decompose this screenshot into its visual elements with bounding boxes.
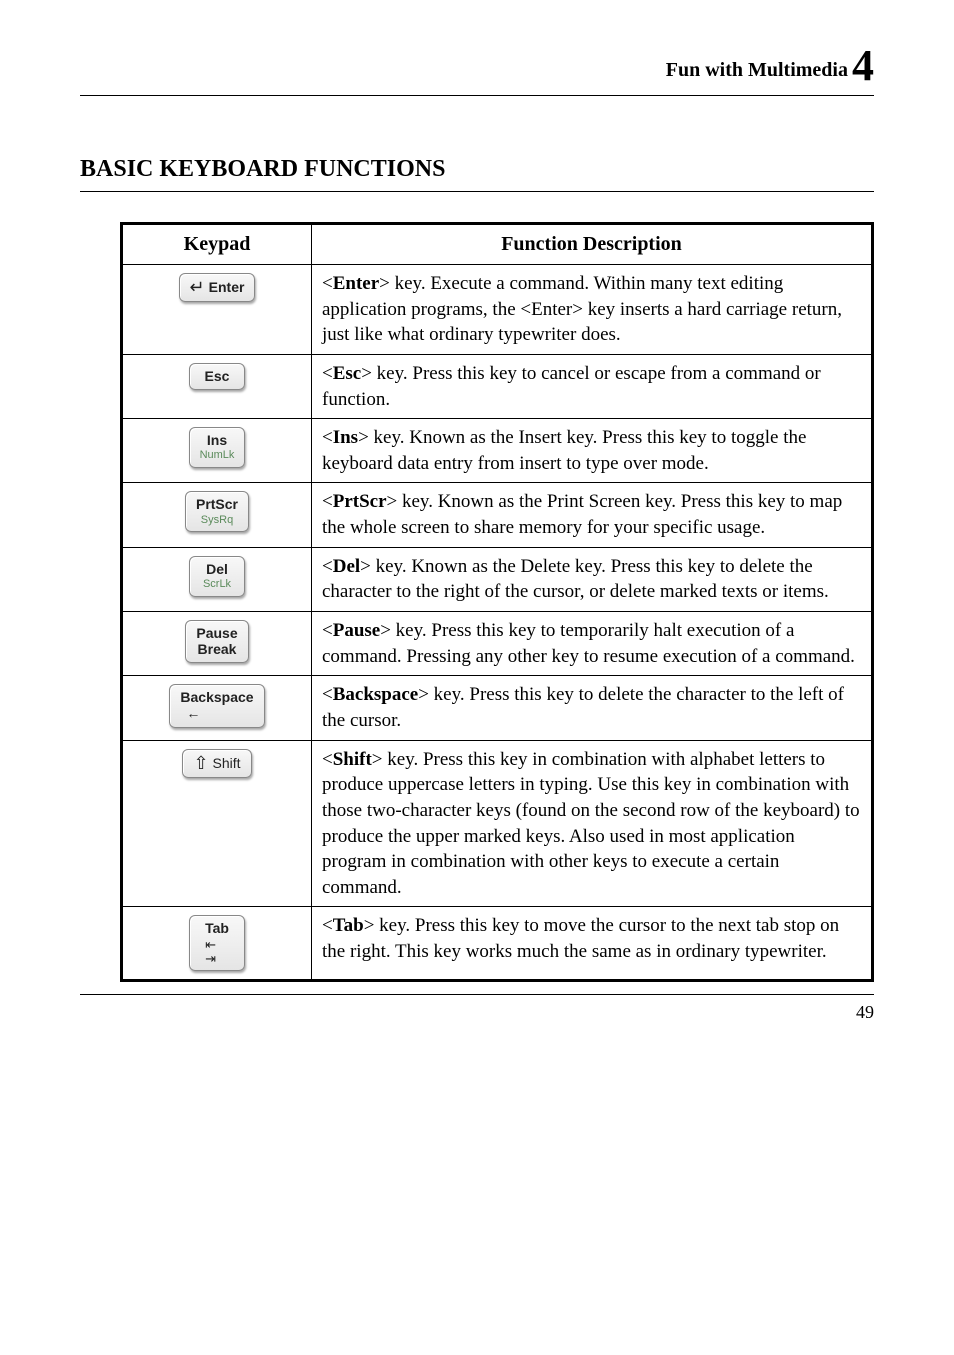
table-row: Del ScrLk <Del> key. Known as the Delete… (122, 547, 873, 611)
backspace-arrow-icon: ← (180, 705, 253, 721)
key-description: > key. Press this key to cancel or escap… (322, 363, 821, 410)
keycap-label: PrtScr (196, 496, 238, 512)
tab-left-arrow-icon: ⇤ (205, 938, 216, 951)
key-name: Tab (333, 915, 364, 936)
keycap-label: Tab (205, 920, 229, 936)
description-cell: <Del> key. Known as the Delete key. Pres… (312, 547, 873, 611)
table-row: Ins NumLk <Ins> key. Known as the Insert… (122, 419, 873, 483)
keycap-label: Enter (209, 279, 245, 295)
title-part: F (304, 156, 319, 182)
keycap-label: Esc (200, 368, 234, 384)
keycap-label: Del (200, 561, 234, 577)
keycap-label: Backspace (180, 689, 253, 705)
keypad-cell: ↵ Enter (122, 265, 312, 355)
keycap-del: Del ScrLk (189, 556, 245, 597)
enter-glyph-icon: ↵ (190, 278, 205, 296)
keycap-label: Shift (213, 755, 241, 771)
keycap-enter: ↵ Enter (179, 273, 256, 302)
key-name: Esc (333, 363, 362, 384)
table-row: PrtScr SysRq <PrtScr> key. Known as the … (122, 483, 873, 547)
key-name: Pause (333, 620, 381, 641)
keycap-prtscr: PrtScr SysRq (185, 491, 249, 532)
key-description: > key. Press this key to move the cursor… (322, 915, 839, 962)
table-row: Tab ⇤ ⇥ <Tab> key. Press this key to mov… (122, 907, 873, 980)
keycap-label: Ins (200, 432, 235, 448)
title-part: K (159, 156, 178, 182)
shift-glyph-icon: ⇧ (193, 754, 208, 772)
keycap-pause: Pause Break (185, 620, 248, 663)
description-cell: <Esc> key. Press this key to cancel or e… (312, 354, 873, 418)
page-number: 49 (80, 994, 874, 1023)
keycap-label: Pause (196, 625, 237, 641)
keypad-cell: Ins NumLk (122, 419, 312, 483)
keycap-secondary-label: SysRq (196, 514, 238, 527)
keypad-cell: Backspace ← (122, 676, 312, 740)
key-description: > key. Known as the Insert key. Press th… (322, 427, 806, 474)
description-cell: <Ins> key. Known as the Insert key. Pres… (312, 419, 873, 483)
page-header: Fun with Multimedia 4 (80, 40, 874, 96)
keypad-cell: Tab ⇤ ⇥ (122, 907, 312, 980)
keypad-cell: Esc (122, 354, 312, 418)
description-cell: <Tab> key. Press this key to move the cu… (312, 907, 873, 980)
tab-right-arrow-icon: ⇥ (205, 952, 216, 965)
title-part: B (80, 156, 96, 182)
title-part: ASIC (96, 156, 153, 182)
keycap-shift: ⇧ Shift (182, 749, 251, 778)
keycap-ins: Ins NumLk (189, 427, 246, 468)
keycap-tab: Tab ⇤ ⇥ (189, 915, 245, 970)
table-header-description: Function Description (312, 224, 873, 265)
table-row: ⇧ Shift <Shift> key. Press this key in c… (122, 740, 873, 907)
keypad-cell: PrtScr SysRq (122, 483, 312, 547)
key-description: > key. Known as the Delete key. Press th… (322, 556, 829, 603)
keycap-esc: Esc (189, 363, 245, 390)
key-description: > key. Press this key to temporarily hal… (322, 620, 855, 667)
keypad-cell: Del ScrLk (122, 547, 312, 611)
key-name: Del (333, 556, 360, 577)
table-row: Pause Break <Pause> key. Press this key … (122, 612, 873, 676)
key-name: Enter (333, 273, 379, 294)
title-part: EYBOARD (178, 156, 298, 182)
table-header-keypad: Keypad (122, 224, 312, 265)
table-row: ↵ Enter <Enter> key. Execute a command. … (122, 265, 873, 355)
key-name: Backspace (333, 684, 419, 705)
keypad-cell: Pause Break (122, 612, 312, 676)
keyboard-functions-table: Keypad Function Description ↵ Enter <Ent… (120, 222, 874, 982)
section-title: BASIC KEYBOARD FUNCTIONS (80, 156, 874, 192)
header-label: Fun with Multimedia (666, 59, 848, 81)
key-name: Shift (333, 749, 372, 770)
key-name: PrtScr (333, 491, 387, 512)
header-chapter-number: 4 (852, 41, 874, 90)
keycap-backspace: Backspace ← (169, 684, 264, 727)
keycap-secondary-label: Break (196, 641, 237, 657)
key-description: > key. Execute a command. Within many te… (322, 273, 842, 345)
table-row: Backspace ← <Backspace> key. Press this … (122, 676, 873, 740)
keycap-secondary-label: NumLk (200, 449, 235, 462)
title-part: UNCTIONS (319, 156, 446, 182)
description-cell: <Backspace> key. Press this key to delet… (312, 676, 873, 740)
description-cell: <Pause> key. Press this key to temporari… (312, 612, 873, 676)
description-cell: <Shift> key. Press this key in combinati… (312, 740, 873, 907)
description-cell: <Enter> key. Execute a command. Within m… (312, 265, 873, 355)
table-row: Esc <Esc> key. Press this key to cancel … (122, 354, 873, 418)
keycap-secondary-label: ScrLk (200, 578, 234, 591)
description-cell: <PrtScr> key. Known as the Print Screen … (312, 483, 873, 547)
key-name: Ins (333, 427, 358, 448)
key-description: > key. Known as the Print Screen key. Pr… (322, 491, 842, 538)
keypad-cell: ⇧ Shift (122, 740, 312, 907)
key-description: > key. Press this key in combination wit… (322, 749, 860, 898)
